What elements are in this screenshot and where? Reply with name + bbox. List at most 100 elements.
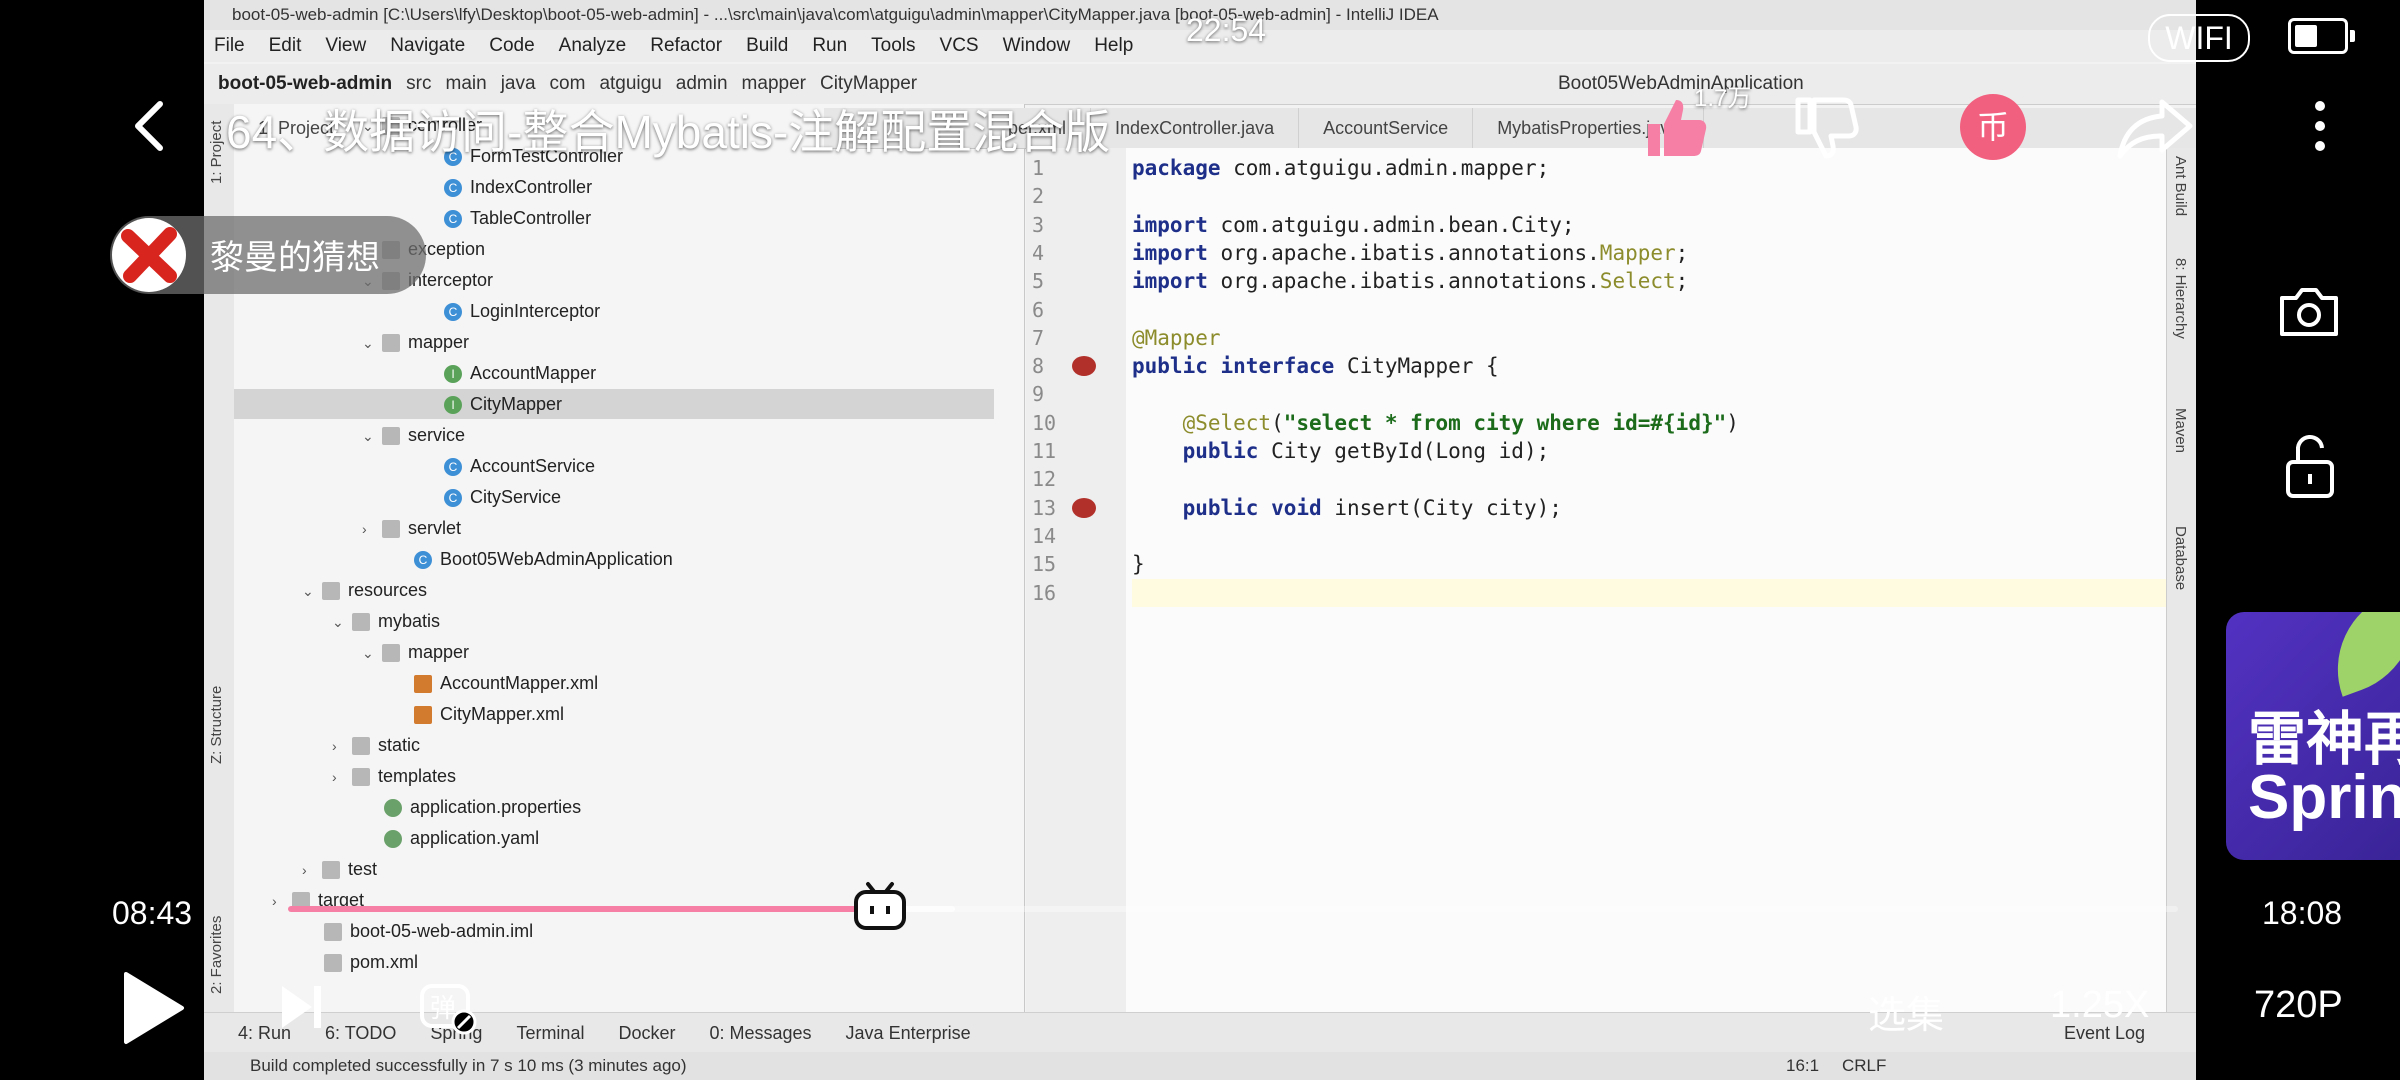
tree-node[interactable]: C IndexController	[234, 172, 994, 202]
code-line[interactable]: }	[1132, 550, 2196, 578]
bottom-tool-docker[interactable]: Docker	[618, 1023, 675, 1043]
video-frame[interactable]: boot-05-web-admin [C:\Users\lfy\Desktop\…	[204, 0, 2196, 1080]
code-line[interactable]: import org.apache.ibatis.annotations.Sel…	[1132, 267, 2196, 295]
thumbs-down-icon[interactable]	[1790, 92, 1860, 162]
menu-item-help[interactable]: Help	[1094, 35, 1133, 56]
menu-item-code[interactable]: Code	[489, 35, 534, 56]
tree-node[interactable]: C LoginInterceptor	[234, 296, 994, 326]
progress-thumb-tv-icon[interactable]	[852, 880, 908, 932]
uploader-avatar[interactable]	[112, 218, 186, 292]
chevron-down-icon[interactable]: ⌄	[302, 576, 322, 606]
play-icon[interactable]	[118, 968, 188, 1048]
menu-item-edit[interactable]: Edit	[269, 35, 302, 56]
code-line[interactable]: import org.apache.ibatis.annotations.Map…	[1132, 239, 2196, 267]
tree-node[interactable]: › templates	[234, 761, 994, 791]
tree-node[interactable]: pom.xml	[234, 947, 994, 977]
bottom-tool-javaenterprise[interactable]: Java Enterprise	[846, 1023, 971, 1043]
progress-bar[interactable]	[288, 906, 2178, 912]
screen-lock-icon[interactable]	[2280, 432, 2340, 500]
episodes-button[interactable]: 选集	[1868, 984, 1944, 1039]
code-line[interactable]	[1132, 465, 2196, 493]
code-line[interactable]: public City getById(Long id);	[1132, 437, 2196, 465]
tree-node[interactable]: AccountMapper.xml	[234, 668, 994, 698]
menu-item-vcs[interactable]: VCS	[940, 35, 979, 56]
right-tool-database[interactable]: Database	[2172, 526, 2189, 590]
tree-node[interactable]: ⌄ mybatis	[234, 606, 994, 636]
folder-icon	[352, 768, 370, 787]
code-line[interactable]	[1132, 578, 2196, 607]
chevron-down-icon[interactable]: ⌄	[362, 328, 382, 358]
right-tool-maven[interactable]: Maven	[2172, 408, 2189, 453]
menu-item-build[interactable]: Build	[746, 35, 788, 56]
code-line[interactable]: public void insert(City city);	[1132, 494, 2196, 522]
code-line[interactable]	[1132, 380, 2196, 408]
quality-button[interactable]: 720P	[2254, 984, 2343, 1027]
menu-item-analyze[interactable]: Analyze	[559, 35, 627, 56]
code-line[interactable]	[1132, 182, 2196, 210]
editor-tab[interactable]: AccountService	[1299, 108, 1474, 148]
menu-item-window[interactable]: Window	[1003, 35, 1071, 56]
tree-node[interactable]: application.yaml	[234, 823, 994, 853]
right-tool-antbuild[interactable]: Ant Build	[2172, 156, 2189, 216]
tree-node[interactable]: ⌄ service	[234, 420, 994, 450]
chevron-down-icon[interactable]: ⌄	[332, 607, 352, 637]
bottom-tool-terminal[interactable]: Terminal	[516, 1023, 584, 1043]
tree-node[interactable]: application.properties	[234, 792, 994, 822]
bean-marker-icon[interactable]	[1072, 356, 1096, 377]
line-separator: CRLF	[1842, 1056, 1887, 1075]
bottom-tool-6todo[interactable]: 6: TODO	[325, 1023, 396, 1043]
thumbs-up-icon[interactable]	[1640, 92, 1710, 162]
code-line[interactable]: @Mapper	[1132, 324, 2196, 352]
class-icon: C	[444, 210, 462, 229]
left-tool-favorites[interactable]: 2: Favorites	[208, 916, 225, 994]
ad-banner[interactable]: 雷神再 Sprin	[2226, 612, 2400, 860]
tree-node[interactable]: ⌄ mapper	[234, 327, 994, 357]
chevron-down-icon[interactable]: ⌄	[362, 638, 382, 668]
left-tool-project[interactable]: 1: Project	[208, 121, 225, 184]
editor-tab[interactable]: IndexController.java	[1091, 108, 1300, 148]
tree-node[interactable]: I CityMapper	[234, 389, 994, 419]
menu-item-tools[interactable]: Tools	[871, 35, 915, 56]
tree-node[interactable]: › static	[234, 730, 994, 760]
tree-node[interactable]: C CityService	[234, 482, 994, 512]
menu-item-navigate[interactable]: Navigate	[390, 35, 465, 56]
back-arrow-icon[interactable]	[122, 96, 182, 156]
next-episode-icon[interactable]	[278, 982, 324, 1032]
playback-speed-button[interactable]: 1.25X	[2050, 984, 2149, 1027]
danmaku-toggle-button[interactable]: 弹	[418, 978, 480, 1038]
chevron-right-icon[interactable]: ›	[332, 762, 352, 792]
tree-node[interactable]: CityMapper.xml	[234, 699, 994, 729]
tree-node-label: service	[408, 425, 466, 445]
menu-item-view[interactable]: View	[325, 35, 366, 56]
chevron-right-icon[interactable]: ›	[332, 731, 352, 761]
tree-node[interactable]: ⌄ resources	[234, 575, 994, 605]
code-line[interactable]: import com.atguigu.admin.bean.City;	[1132, 211, 2196, 239]
menu-item-file[interactable]: File	[214, 35, 245, 56]
menu-item-run[interactable]: Run	[812, 35, 847, 56]
left-tool-zstructure[interactable]: Z: Structure	[208, 686, 225, 764]
tree-node[interactable]: I AccountMapper	[234, 358, 994, 388]
menu-item-refactor[interactable]: Refactor	[650, 35, 722, 56]
code-line[interactable]	[1132, 296, 2196, 324]
tree-node[interactable]: C Boot05WebAdminApplication	[234, 544, 994, 574]
code-line[interactable]: @Select("select * from city where id=#{i…	[1132, 409, 2196, 437]
breadcrumb-label: CityMapper	[819, 73, 918, 94]
bean-marker-icon[interactable]	[1072, 497, 1096, 518]
share-icon[interactable]	[2116, 96, 2196, 160]
code-line[interactable]: public interface CityMapper {	[1132, 352, 2196, 380]
tree-node[interactable]: ⌄ mapper	[234, 637, 994, 667]
chevron-down-icon[interactable]: ⌄	[362, 421, 382, 451]
chevron-right-icon[interactable]: ›	[362, 514, 382, 544]
tree-node[interactable]: › servlet	[234, 513, 994, 543]
chevron-right-icon[interactable]: ›	[302, 855, 322, 885]
more-options-icon[interactable]	[2300, 96, 2340, 156]
bottom-tool-0messages[interactable]: 0: Messages	[709, 1023, 811, 1043]
coin-button[interactable]: 币	[1960, 94, 2026, 160]
screenshot-camera-icon[interactable]	[2276, 282, 2342, 342]
line-number: 10	[1032, 410, 1057, 435]
tree-node-label: pom.xml	[350, 952, 419, 972]
code-line[interactable]	[1132, 522, 2196, 550]
right-tool-8hierarchy[interactable]: 8: Hierarchy	[2172, 258, 2189, 339]
tree-node[interactable]: C AccountService	[234, 451, 994, 481]
tree-node-label: resources	[348, 580, 428, 600]
